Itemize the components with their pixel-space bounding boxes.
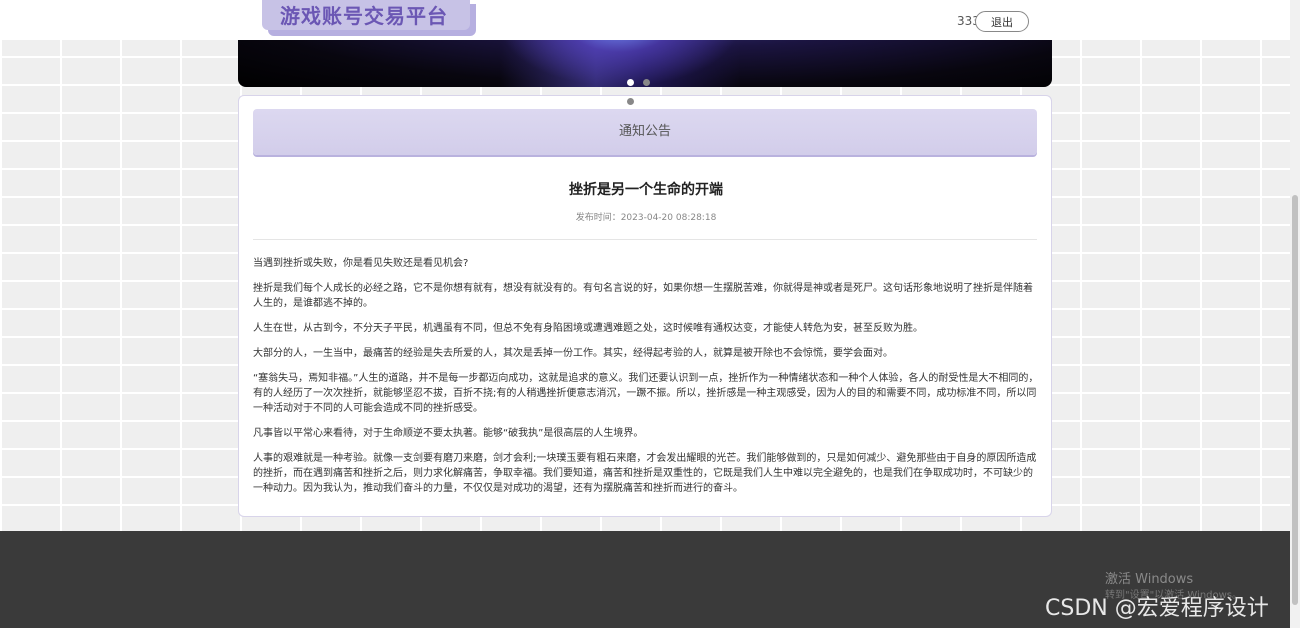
csdn-watermark: CSDN @宏爱程序设计 xyxy=(1045,596,1269,621)
publish-time: 发布时间：2023-04-20 08:28:18 xyxy=(575,213,717,223)
article-paragraph: 凡事皆以平常心来看待，对于生命顺逆不要太执著。能够“破我执”是很高层的人生境界。 xyxy=(253,428,644,439)
carousel-indicators xyxy=(627,71,667,105)
article-title: 挫折是另一个生命的开端 xyxy=(569,182,723,198)
article-paragraph: 当遇到挫折或失败，你是看见失败还是看见机会? xyxy=(253,258,469,269)
carousel-dot-3[interactable] xyxy=(627,98,634,105)
scrollbar-thumb[interactable] xyxy=(1292,195,1298,605)
article-paragraph: 大部分的人，一生当中，最痛苦的经验是失去所爱的人，其次是丢掉一份工作。其实，经得… xyxy=(253,348,893,359)
article-paragraph: 人生在世，从古到今，不分天子平民，机遇虽有不同，但总不免有身陷困境或遭遇难题之处… xyxy=(253,323,923,334)
article-paragraph: “塞翁失马，焉知非福。”人生的道路，并不是每一步都迈向成功，这就是追求的意义。我… xyxy=(253,373,1039,414)
windows-activation-notice: 激活 Windows xyxy=(1105,572,1194,587)
logout-button[interactable]: 退出 xyxy=(975,11,1029,32)
article-content: 当遇到挫折或失败，你是看见失败还是看见机会? 挫折是我们每个人成长的必经之路，它… xyxy=(253,256,1039,506)
notice-section-title: 通知公告 xyxy=(253,109,1037,155)
top-header: 游戏账号交易平台 333 退出 xyxy=(0,0,1290,40)
article-paragraph: 挫折是我们每个人成长的必经之路，它不是你想有就有，想没有就没有的。有句名言说的好… xyxy=(253,283,1033,309)
article-paragraph: 人事的艰难就是一种考验。就像一支剑要有磨刀来磨，剑才会利;一块璞玉要有粗石来磨，… xyxy=(253,453,1037,494)
title-divider xyxy=(253,239,1037,240)
notice-card: 通知公告 挫折是另一个生命的开端 发布时间：2023-04-20 08:28:1… xyxy=(238,95,1052,517)
carousel-dot-1[interactable] xyxy=(627,79,634,86)
site-title[interactable]: 游戏账号交易平台 xyxy=(280,0,448,29)
